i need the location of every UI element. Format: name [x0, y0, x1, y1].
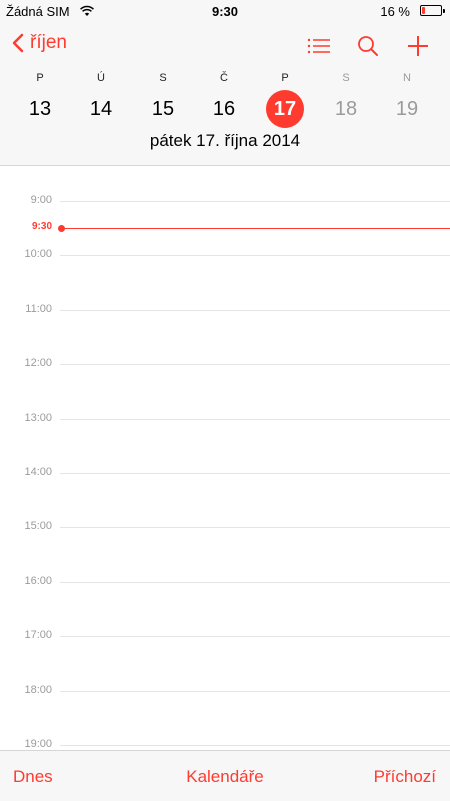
- hour-label: 9:00: [30, 194, 52, 206]
- day-number: 13: [28, 98, 52, 120]
- selected-date-label: pátek 17. října 2014: [149, 131, 301, 150]
- hour-label: 18:00: [24, 683, 52, 696]
- weekday-letters: PÚSČPSN: [0, 68, 450, 88]
- hour-label: 19:00: [24, 738, 52, 750]
- hour-label: 15:00: [24, 520, 52, 533]
- search-button[interactable]: [354, 32, 382, 60]
- hour-divider: [60, 201, 450, 202]
- weekday-letter: P: [36, 72, 44, 84]
- list-view-button[interactable]: [305, 32, 333, 60]
- chevron-left-icon: [12, 33, 24, 53]
- battery-level: [422, 7, 425, 14]
- day-number: 15: [151, 98, 175, 120]
- day-cell[interactable]: 18: [321, 92, 371, 126]
- hour-label: 11:00: [25, 302, 52, 315]
- hour-divider: [60, 255, 450, 257]
- weekday-letter: S: [159, 72, 167, 84]
- hour-label: 17:00: [24, 629, 52, 642]
- day-cell[interactable]: 15: [138, 92, 188, 126]
- plus-icon: [408, 36, 428, 56]
- hour-divider: [60, 636, 450, 638]
- day-number: 14: [89, 98, 113, 120]
- hour-divider: [60, 309, 450, 311]
- weekday-letter: Ú: [97, 72, 105, 84]
- hour-divider: [60, 690, 450, 692]
- day-cell[interactable]: 14: [76, 92, 126, 126]
- hour-divider: [60, 527, 450, 529]
- weekday-letter: N: [403, 72, 411, 84]
- calendar-header: Žádná SIM 9:30 16 % říjen P Ú S Č P S N …: [0, 0, 450, 166]
- status-bar: Žádná SIM 9:30 16 %: [0, 0, 450, 22]
- hour-divider: [60, 745, 450, 746]
- day-number: 19: [395, 98, 419, 120]
- weekday-letter: Č: [220, 72, 228, 84]
- add-event-button[interactable]: [404, 32, 432, 60]
- back-to-month-button[interactable]: říjen: [12, 32, 67, 54]
- day-cell[interactable]: 13: [15, 92, 65, 126]
- day-selected[interactable]: 17: [260, 90, 310, 128]
- current-time-line: [63, 228, 450, 230]
- battery-percent: 16 %: [380, 4, 410, 19]
- day-number: 16: [212, 98, 236, 120]
- inbox-button[interactable]: Příchozí: [374, 767, 436, 787]
- search-icon: [358, 36, 378, 56]
- weekday-letter: S: [342, 72, 350, 84]
- hour-divider: [60, 364, 450, 366]
- hour-label: 14:00: [24, 466, 52, 478]
- day-cell[interactable]: 16: [199, 92, 249, 126]
- bottom-toolbar: Dnes Kalendáře Příchozí: [0, 750, 450, 801]
- hour-divider: [60, 418, 450, 420]
- day-timeline[interactable]: 9:00 10:00 11:00 12:00 13:00 14:00 15:00 16:00 1…: [0, 166, 450, 750]
- battery-icon: [420, 5, 445, 16]
- hour-label: 13:00: [24, 411, 52, 424]
- current-time-label: 9:30: [31, 221, 52, 233]
- weekday-letter: P: [281, 72, 289, 84]
- hour-label: 16:00: [24, 574, 52, 587]
- back-label: říjen: [30, 32, 67, 53]
- navigation-bar: říjen: [0, 28, 450, 64]
- list-icon: [307, 38, 330, 54]
- hour-label: 10:00: [24, 248, 52, 261]
- hour-divider: [60, 581, 450, 583]
- day-number: 18: [334, 98, 358, 120]
- day-number: 17: [266, 90, 304, 128]
- week-dates: 13 14 15 16 17 18 19: [0, 90, 450, 132]
- hour-label: 12:00: [24, 357, 52, 370]
- hour-divider: [60, 473, 450, 474]
- day-cell[interactable]: 19: [382, 92, 432, 126]
